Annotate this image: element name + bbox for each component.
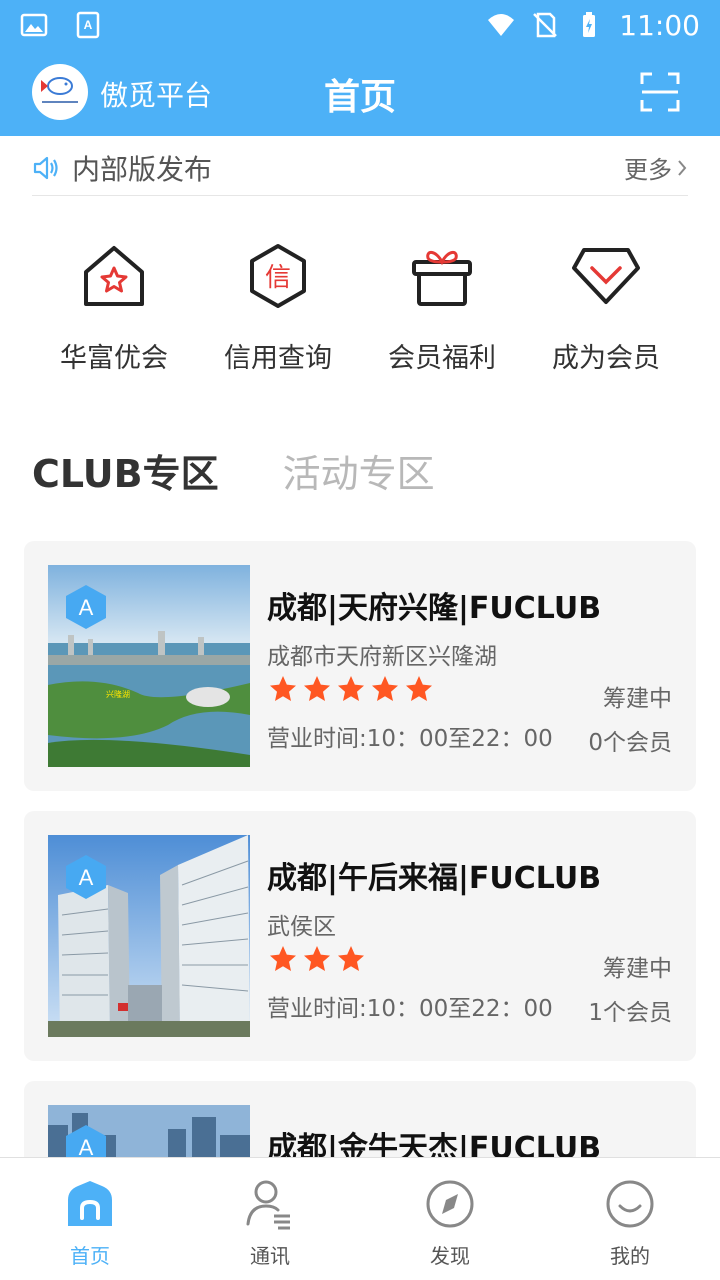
- home-star-icon: [84, 246, 144, 306]
- tab-club[interactable]: CLUB专区: [32, 443, 219, 498]
- nav-me[interactable]: 我的: [540, 1158, 720, 1280]
- nav-home[interactable]: 首页: [0, 1158, 180, 1280]
- nav-label: 通讯: [250, 1244, 290, 1268]
- club-status: 筹建中: [603, 686, 672, 712]
- club-card[interactable]: 兴隆湖 A 成都|天府兴隆|FUCLUB 成都市天府新区兴隆湖 营业时间:10：…: [24, 541, 696, 791]
- more-label: 更多: [624, 156, 672, 184]
- quick-action-benefits[interactable]: 会员福利: [360, 240, 524, 380]
- announcement-bar[interactable]: 内部版发布 更多: [32, 140, 688, 196]
- nav-discover[interactable]: 发现: [360, 1158, 540, 1280]
- more-link[interactable]: 更多: [624, 150, 688, 185]
- quick-action-label: 成为会员: [552, 343, 660, 374]
- svg-text:A: A: [79, 595, 94, 620]
- grade-badge-icon: A: [66, 585, 106, 629]
- nav-label: 首页: [70, 1244, 110, 1268]
- club-image: 兴隆湖 A: [48, 565, 250, 767]
- star-icon: [304, 946, 330, 971]
- svg-text:A: A: [79, 865, 94, 890]
- club-card[interactable]: A 成都|午后来福|FUCLUB 武侯区 营业时间:10：00至22：00 筹建…: [24, 811, 696, 1061]
- image-caption: 兴隆湖: [106, 689, 130, 699]
- wifi-icon: [488, 14, 515, 36]
- status-bar: A 11:00: [0, 0, 720, 50]
- club-hours: 营业时间:10：00至22：00: [267, 726, 553, 752]
- quick-action-label: 华富优会: [60, 343, 168, 374]
- quick-actions: 华富优会 信 信用查询 会员福利 成为会员: [32, 240, 688, 380]
- quick-action-huafu[interactable]: 华富优会: [32, 240, 196, 380]
- star-icon: [304, 676, 330, 701]
- svg-text:A: A: [84, 18, 93, 32]
- contacts-icon: [246, 1180, 290, 1230]
- smile-icon: [606, 1180, 654, 1228]
- nav-label: 我的: [610, 1244, 650, 1268]
- star-icon: [406, 676, 432, 701]
- scan-icon[interactable]: [640, 72, 680, 112]
- app-bar: 傲觅平台 首页: [0, 50, 720, 136]
- tab-events[interactable]: 活动专区: [283, 443, 435, 498]
- speaker-icon: [33, 156, 58, 179]
- club-image: A: [48, 835, 250, 1037]
- club-address: 武侯区: [267, 914, 336, 940]
- diamond-icon: [572, 248, 640, 304]
- status-time: 11:00: [619, 8, 700, 42]
- svg-text:信: 信: [265, 263, 291, 293]
- credit-hexagon-icon: 信: [250, 244, 306, 308]
- bottom-nav: 首页 通讯 发现 我的: [0, 1157, 720, 1280]
- no-sim-icon: [533, 12, 558, 38]
- image-icon: [20, 13, 48, 37]
- announcement-text: 内部版发布: [72, 152, 213, 186]
- star-icon: [270, 946, 296, 971]
- quick-action-credit[interactable]: 信 信用查询: [196, 240, 360, 380]
- nav-contacts[interactable]: 通讯: [180, 1158, 360, 1280]
- home-icon: [68, 1181, 112, 1226]
- quick-action-label: 会员福利: [388, 343, 496, 374]
- battery-charging-icon: [583, 12, 596, 37]
- club-members: 1个会员: [588, 1000, 672, 1026]
- quick-action-label: 信用查询: [224, 343, 332, 374]
- club-address: 成都市天府新区兴隆湖: [267, 644, 497, 670]
- star-rating: [269, 675, 433, 703]
- club-name: 成都|午后来福|FUCLUB: [267, 861, 602, 896]
- star-icon: [270, 676, 296, 701]
- nav-label: 发现: [430, 1244, 470, 1268]
- club-status: 筹建中: [603, 956, 672, 982]
- quick-action-join[interactable]: 成为会员: [524, 240, 688, 380]
- club-hours: 营业时间:10：00至22：00: [267, 996, 553, 1022]
- star-rating: [269, 945, 365, 973]
- gift-icon: [412, 251, 472, 306]
- section-tabs: CLUB专区 活动专区: [32, 440, 435, 500]
- club-name: 成都|天府兴隆|FUCLUB: [267, 591, 602, 626]
- star-icon: [372, 676, 398, 701]
- chevron-right-icon: [678, 159, 687, 176]
- star-icon: [338, 946, 364, 971]
- page-title: 首页: [323, 77, 396, 118]
- star-icon: [338, 676, 364, 701]
- club-members: 0个会员: [588, 730, 672, 756]
- app-notification-icon: A: [76, 11, 100, 39]
- compass-icon: [426, 1180, 474, 1228]
- grade-badge-icon: A: [66, 855, 106, 899]
